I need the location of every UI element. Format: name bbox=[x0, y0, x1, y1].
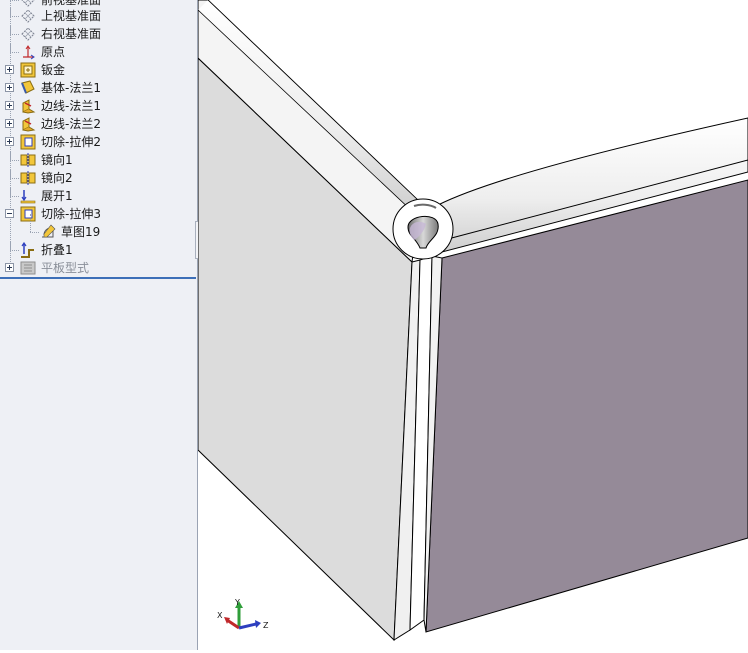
right-panel-face bbox=[425, 179, 748, 633]
sheet-metal-icon bbox=[20, 62, 36, 78]
tree-item-origin[interactable]: 原点 bbox=[0, 43, 196, 61]
expand-toggle[interactable] bbox=[5, 263, 14, 272]
tree-branch bbox=[10, 25, 19, 35]
tree-branch bbox=[30, 223, 39, 233]
y-axis-label: Y bbox=[234, 598, 240, 607]
origin-icon bbox=[23, 45, 35, 60]
z-axis-arrow bbox=[238, 622, 257, 630]
plane-icon bbox=[21, 9, 35, 23]
expand-toggle[interactable] bbox=[5, 119, 14, 128]
unfold-icon bbox=[20, 190, 36, 204]
z-axis-arrowhead bbox=[255, 620, 261, 628]
tree-item-label: 平板型式 bbox=[41, 261, 90, 275]
tree-item-label: 切除-拉伸2 bbox=[41, 135, 101, 149]
cut-extrude-icon bbox=[20, 206, 36, 222]
rollback-bar[interactable] bbox=[0, 277, 196, 279]
sketch-icon bbox=[42, 224, 56, 238]
edge-flange-icon bbox=[22, 99, 36, 114]
tree-item-mirror-2[interactable]: 镜向2 bbox=[0, 169, 196, 187]
tree-item-base-flange-1[interactable]: 基体-法兰1 bbox=[0, 79, 196, 97]
coordinate-triad: X Y Z bbox=[217, 598, 269, 630]
tree-item-label: 基体-法兰1 bbox=[41, 81, 101, 95]
tree-branch bbox=[10, 7, 19, 17]
tree-item-sheet-metal[interactable]: 钣金 bbox=[0, 61, 196, 79]
graphics-viewport[interactable]: X Y Z bbox=[197, 0, 748, 650]
tree-item-label: 展开1 bbox=[41, 189, 73, 203]
tree-connector-line bbox=[30, 214, 31, 232]
tree-branch bbox=[10, 187, 19, 197]
expand-toggle[interactable] bbox=[5, 83, 14, 92]
tree-item-edge-flange-1[interactable]: 边线-法兰1 bbox=[0, 97, 196, 115]
tree-item-label: 边线-法兰1 bbox=[41, 99, 101, 113]
expand-toggle[interactable] bbox=[5, 65, 14, 74]
tree-item-unfold-1[interactable]: 展开1 bbox=[0, 187, 196, 205]
edge-flange-icon bbox=[22, 117, 36, 132]
cut-extrude-icon bbox=[20, 134, 36, 150]
fold-icon bbox=[21, 242, 34, 258]
sheet-metal-model bbox=[197, 0, 748, 642]
tree-item-cut-extrude-2[interactable]: 切除-拉伸2 bbox=[0, 133, 196, 151]
tree-item-label: 折叠1 bbox=[41, 243, 73, 257]
tree-item-label: 镜向1 bbox=[41, 153, 73, 167]
tree-item-label: 草图19 bbox=[61, 225, 101, 239]
mirror-icon bbox=[20, 171, 36, 185]
feature-manager-tree: 前视基准面 上视基准面 右视基准面 原点 钣金 基体-法兰1 边线-法兰1 边线… bbox=[0, 0, 198, 650]
tree-branch bbox=[10, 0, 19, 1]
tree-item-label: 上视基准面 bbox=[41, 9, 102, 23]
collapse-toggle[interactable] bbox=[5, 209, 14, 218]
tree-item-fold-1[interactable]: 折叠1 bbox=[0, 241, 196, 259]
base-flange-icon bbox=[21, 80, 35, 94]
tree-item-edge-flange-2[interactable]: 边线-法兰2 bbox=[0, 115, 196, 133]
expand-toggle[interactable] bbox=[5, 101, 14, 110]
tree-branch bbox=[10, 169, 19, 179]
tree-branch bbox=[10, 151, 19, 161]
tree-item-top-plane[interactable]: 上视基准面 bbox=[0, 7, 196, 25]
tree-branch bbox=[10, 241, 19, 251]
mirror-icon bbox=[20, 153, 36, 167]
z-axis-label: Z bbox=[263, 621, 269, 630]
tree-item-label: 边线-法兰2 bbox=[41, 117, 101, 131]
tree-item-label: 原点 bbox=[41, 45, 66, 59]
x-axis-arrow bbox=[226, 618, 240, 630]
tree-item-label: 右视基准面 bbox=[41, 27, 102, 41]
tree-item-label: 镜向2 bbox=[41, 171, 73, 185]
plane-icon bbox=[21, 27, 35, 41]
tree-item-flat-pattern[interactable]: 平板型式 bbox=[0, 259, 196, 277]
expand-toggle[interactable] bbox=[5, 137, 14, 146]
x-axis-label: X bbox=[217, 611, 223, 620]
tree-branch bbox=[10, 43, 19, 53]
tree-item-mirror-1[interactable]: 镜向1 bbox=[0, 151, 196, 169]
flat-pattern-icon bbox=[20, 261, 36, 275]
tree-item-label: 钣金 bbox=[41, 63, 66, 77]
tree-item-right-plane[interactable]: 右视基准面 bbox=[0, 25, 196, 43]
tree-item-label: 切除-拉伸3 bbox=[41, 207, 101, 221]
